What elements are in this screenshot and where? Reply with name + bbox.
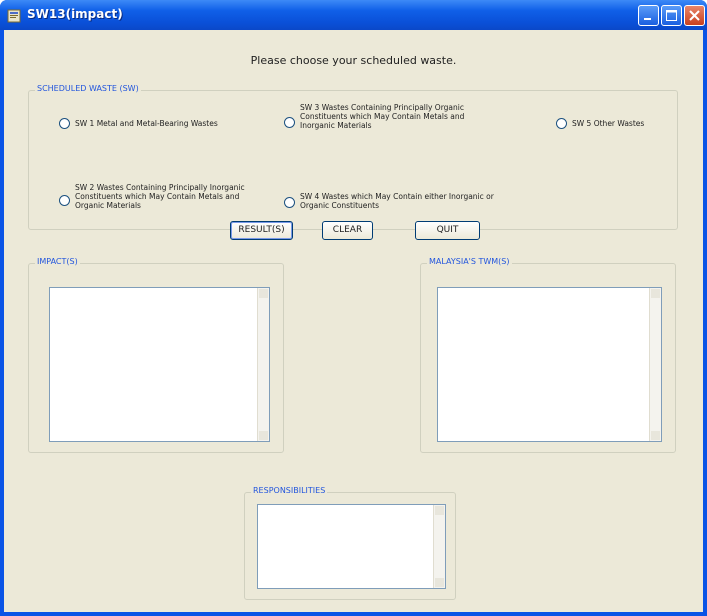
- impact-legend: IMPACT(S): [35, 257, 80, 266]
- scroll-down-arrow[interactable]: [435, 578, 444, 587]
- radio-circle[interactable]: [556, 118, 567, 129]
- radio-circle[interactable]: [284, 117, 295, 128]
- radio-sw3-label: SW 3 Wastes Containing Principally Organ…: [300, 103, 465, 130]
- minimize-icon: [644, 18, 651, 20]
- malaysia-twm-group: MALAYSIA'S TWM(S): [420, 257, 676, 453]
- close-icon: [689, 10, 700, 21]
- malaysia-twm-scrollbar[interactable]: [649, 288, 661, 441]
- radio-circle[interactable]: [59, 118, 70, 129]
- app-icon: [7, 8, 21, 23]
- maximize-icon: [666, 10, 677, 21]
- scheduled-waste-legend: SCHEDULED WASTE (SW): [35, 84, 141, 93]
- responsibilities-textarea[interactable]: [257, 504, 446, 589]
- title-bar[interactable]: SW13(impact): [0, 0, 707, 30]
- scroll-down-arrow[interactable]: [259, 431, 268, 440]
- impact-group: IMPACT(S): [28, 257, 284, 453]
- scroll-up-arrow[interactable]: [651, 289, 660, 298]
- radio-sw2-label: SW 2 Wastes Containing Principally Inorg…: [75, 183, 245, 210]
- malaysia-twm-legend: MALAYSIA'S TWM(S): [427, 257, 512, 266]
- radio-sw5-label: SW 5 Other Wastes: [572, 119, 645, 128]
- radio-sw1-label: SW 1 Metal and Metal-Bearing Wastes: [75, 119, 218, 128]
- application-window: SW13(impact) Please choose your schedule…: [0, 0, 707, 616]
- impact-scrollbar[interactable]: [257, 288, 269, 441]
- radio-circle[interactable]: [59, 195, 70, 206]
- clear-button[interactable]: CLEAR: [322, 221, 373, 240]
- radio-sw4-label: SW 4 Wastes which May Contain either Ino…: [300, 192, 494, 210]
- responsibilities-group: RESPONSIBILITIES: [244, 486, 456, 600]
- responsibilities-legend: RESPONSIBILITIES: [251, 486, 328, 495]
- scroll-up-arrow[interactable]: [435, 506, 444, 515]
- scroll-up-arrow[interactable]: [259, 289, 268, 298]
- maximize-button[interactable]: [661, 5, 682, 26]
- close-button[interactable]: [684, 5, 705, 26]
- scheduled-waste-group: SCHEDULED WASTE (SW) SW 1 Metal and Meta…: [28, 84, 678, 230]
- form-client-area: Please choose your scheduled waste. SCHE…: [4, 30, 703, 612]
- window-title: SW13(impact): [27, 7, 123, 21]
- prompt-text: Please choose your scheduled waste.: [250, 54, 457, 67]
- results-button[interactable]: RESULT(S): [230, 221, 293, 240]
- impact-textarea[interactable]: [49, 287, 270, 442]
- malaysia-twm-textarea[interactable]: [437, 287, 662, 442]
- scroll-down-arrow[interactable]: [651, 431, 660, 440]
- responsibilities-scrollbar[interactable]: [433, 505, 445, 588]
- minimize-button[interactable]: [638, 5, 659, 26]
- quit-button[interactable]: QUIT: [415, 221, 480, 240]
- radio-circle[interactable]: [284, 197, 295, 208]
